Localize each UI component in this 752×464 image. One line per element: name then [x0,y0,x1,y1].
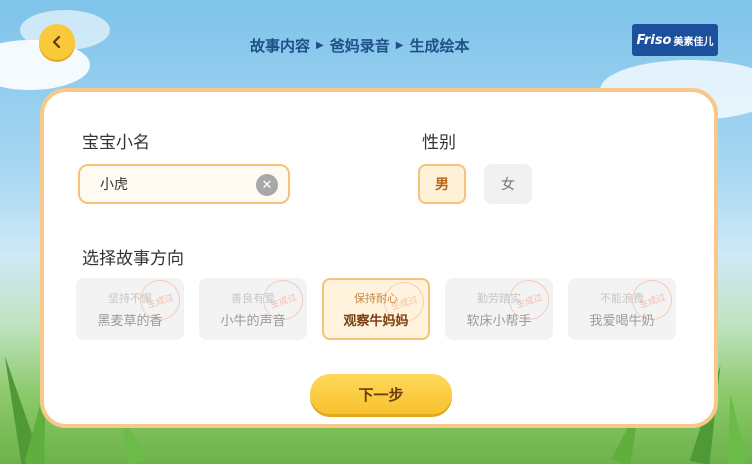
story-option[interactable]: 生成过 不能浪费 我爱喝牛奶 [568,278,676,340]
step-story-content: 故事内容 [250,36,311,55]
back-button[interactable] [39,24,75,60]
grass-decoration [720,393,748,464]
story-option[interactable]: 生成过 勤劳踏实 软床小帮手 [445,278,553,340]
step-parent-recording: 爸妈录音 [329,36,390,55]
story-tag: 保持耐心 [354,292,398,305]
gender-label: 性别 [422,133,456,153]
step-arrow-icon: ▶ [316,39,324,51]
step-breadcrumb: 故事内容 ▶ 爸妈录音 ▶ 生成绘本 [250,34,469,56]
story-tag: 不能浪费 [600,292,644,305]
next-step-button[interactable]: 下一步 [310,374,452,414]
chevron-left-icon [52,35,61,49]
story-option[interactable]: 生成过 善良有爱 小牛的声音 [199,278,307,340]
story-title: 我爱喝牛奶 [589,314,655,329]
story-tag: 坚持不懈 [108,292,152,305]
brand-logo: Friso 美素佳儿 [632,24,718,56]
step-arrow-icon: ▶ [395,39,404,51]
story-tag: 善良有爱 [231,292,275,305]
gender-male-button[interactable]: 男 [418,164,466,204]
story-tag: 勤劳踏实 [477,292,521,305]
name-input[interactable] [100,176,240,192]
name-field[interactable]: ✕ [78,164,290,204]
form-card: 宝宝小名 ✕ 性别 男 女 选择故事方向 生成过 坚持不懈 黑麦草的香 生成过 … [40,88,718,428]
name-label: 宝宝小名 [82,133,150,153]
story-option[interactable]: 生成过 坚持不懈 黑麦草的香 [76,278,184,340]
story-title: 黑麦草的香 [97,314,163,329]
gender-female-button[interactable]: 女 [484,164,532,204]
clear-icon[interactable]: ✕ [256,174,278,196]
story-title: 小牛的声音 [220,314,286,329]
story-title: 观察牛妈妈 [343,314,409,329]
step-generate-book: 生成绘本 [409,36,470,55]
story-direction-label: 选择故事方向 [82,249,184,269]
story-title: 软床小帮手 [466,314,532,329]
story-option-selected[interactable]: 生成过 保持耐心 观察牛妈妈 [322,278,430,340]
